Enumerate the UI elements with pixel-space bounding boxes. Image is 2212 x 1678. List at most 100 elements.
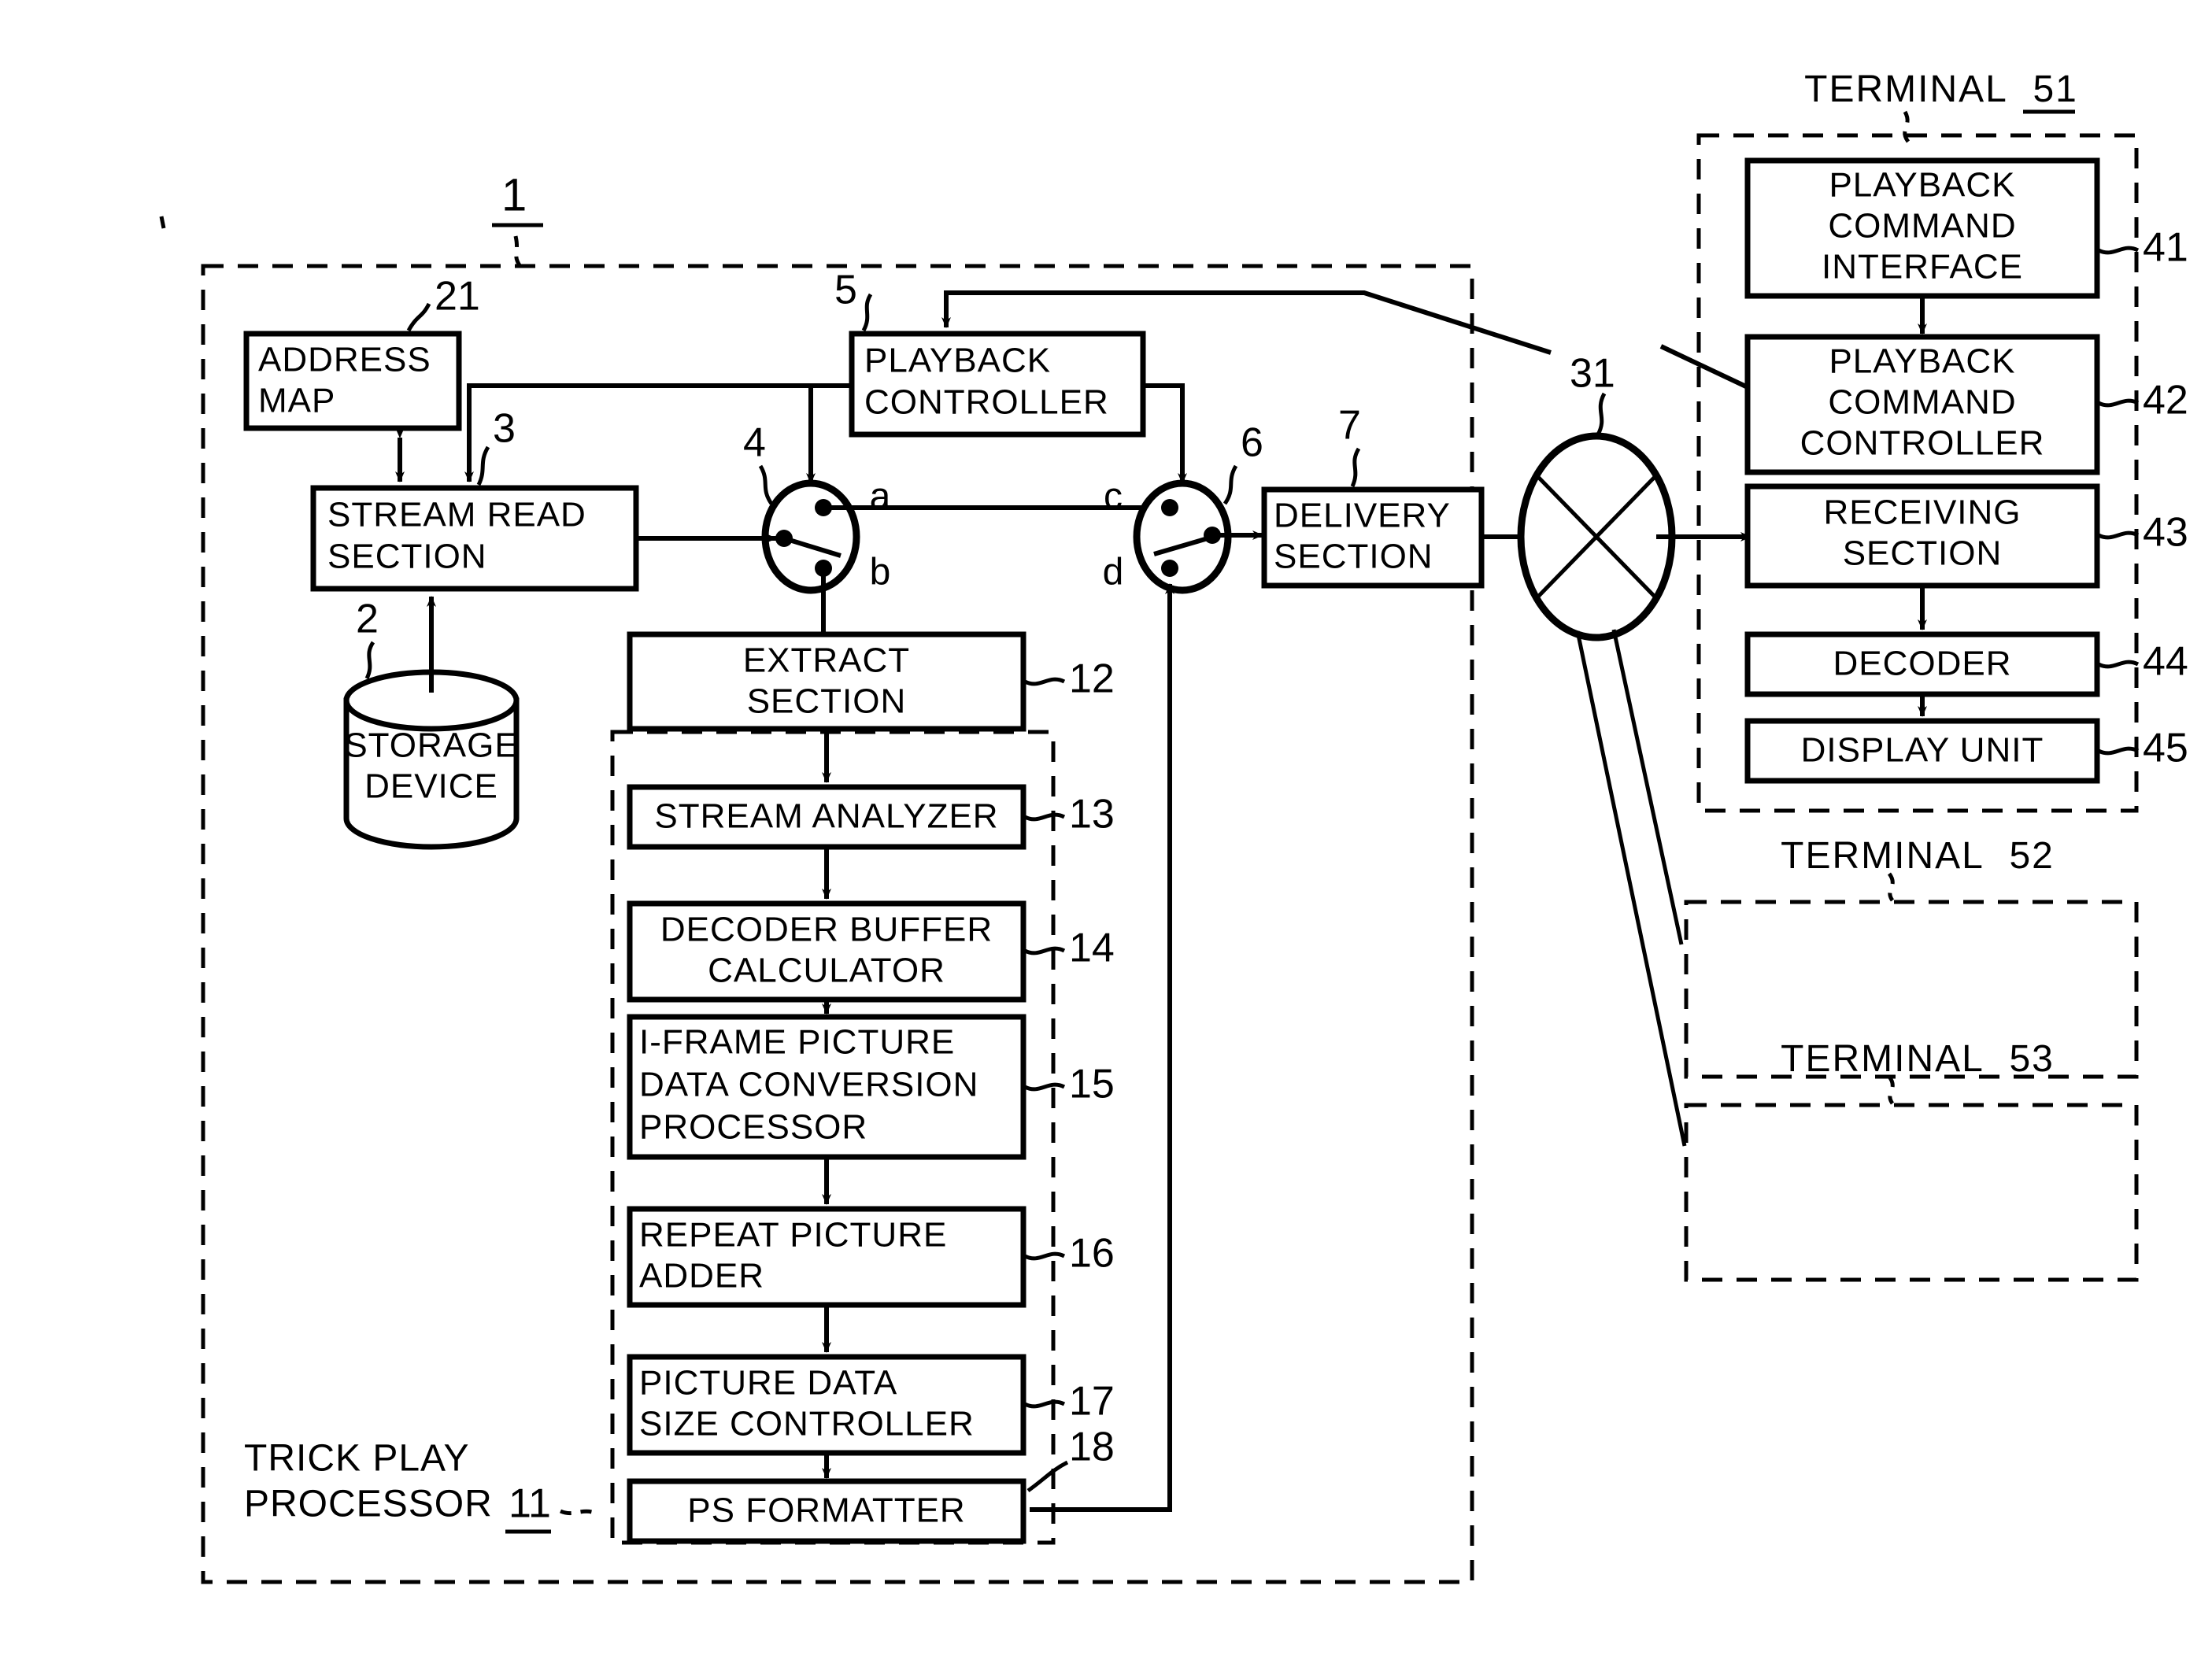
wire-psformatter-to-switch6d: [1030, 583, 1174, 1512]
ref-number-15: 15: [1069, 1062, 1115, 1107]
ref-6-leader: [1223, 464, 1238, 505]
terminal-51-title-text: TERMINAL: [1804, 68, 2007, 110]
switch-4-port-b-label: b: [870, 552, 891, 593]
repeat-picture-adder-label-2: ADDER: [639, 1257, 764, 1295]
switch-6-port-d-node: [1161, 560, 1178, 577]
ref-number-18: 18: [1069, 1425, 1115, 1470]
terminal-53-leader: [1887, 1075, 1895, 1105]
terminal-51-number: 51: [2033, 68, 2077, 110]
terminal-51-title: TERMINAL 51: [1804, 68, 2078, 110]
ref-number-41: 41: [2143, 225, 2188, 271]
ref-44-leader: [2097, 660, 2140, 669]
switch-6-port-c-label: c: [1104, 476, 1123, 518]
ref-number-44: 44: [2143, 639, 2188, 685]
address-map-label-1: ADDRESS: [258, 341, 431, 379]
playback-command-controller-label-3: CONTROLLER: [1800, 424, 2045, 463]
ref-number-45: 45: [2143, 726, 2188, 771]
stream-read-section-label-1: STREAM READ: [327, 496, 586, 534]
ref-number-2: 2: [356, 597, 379, 642]
ref-5-leader: [861, 293, 873, 332]
stream-read-section-label-2: SECTION: [327, 538, 487, 576]
decoder-label: DECODER: [1833, 645, 2011, 683]
ref-number-13: 13: [1069, 792, 1115, 837]
display-unit-label: DISPLAY UNIT: [1801, 731, 2044, 770]
extract-section-label-2: SECTION: [747, 682, 907, 721]
playback-command-interface-label-1: PLAYBACK: [1829, 166, 2015, 205]
ref-12-leader: [1023, 677, 1066, 686]
terminal-53-title: TERMINAL 53: [1781, 1038, 2055, 1080]
switch-4-port-a-label: a: [870, 476, 891, 518]
playback-controller-label-2: CONTROLLER: [864, 383, 1109, 422]
playback-command-interface-label-2: COMMAND: [1828, 207, 2016, 246]
ref-number-17: 17: [1069, 1379, 1115, 1425]
switch-4-group[interactable]: [761, 479, 860, 594]
terminal-52-title-text: TERMINAL: [1781, 835, 1983, 877]
ref-number-12: 12: [1069, 656, 1115, 702]
i-frame-conversion-processor-label-3: PROCESSOR: [639, 1108, 867, 1147]
terminal-53-boundary: [1684, 1103, 2139, 1282]
ref-2-leader: [364, 641, 375, 680]
figure-canvas: 1 ADDRESS MAP 21 STREAM READ SECTION 3 S…: [0, 0, 2212, 1678]
receiving-section-label-2: SECTION: [1843, 534, 2003, 573]
playback-command-interface-label-3: INTERFACE: [1822, 248, 2023, 286]
ref-45-leader: [2097, 746, 2140, 756]
ref-number-1: 1: [501, 169, 527, 220]
address-map-label-2: MAP: [258, 382, 335, 420]
ref-14-leader: [1023, 946, 1066, 955]
ref-number-43: 43: [2143, 510, 2188, 556]
playback-command-controller-label-2: COMMAND: [1828, 383, 2016, 422]
ref-15-leader: [1023, 1082, 1066, 1092]
ref-41-leader: [2097, 246, 2140, 255]
playback-controller-label-1: PLAYBACK: [864, 342, 1051, 380]
ps-formatter-label: PS FORMATTER: [687, 1491, 965, 1530]
ref-1-leader: [513, 235, 523, 269]
i-frame-conversion-processor-label-1: I-FRAME PICTURE: [639, 1023, 955, 1062]
block-diagram-svg: 1 ADDRESS MAP 21 STREAM READ SECTION 3 S…: [159, 68, 2188, 1584]
ref-31-leader: [1596, 392, 1607, 436]
i-frame-conversion-processor-label-2: DATA CONVERSION: [639, 1066, 978, 1104]
terminal-52-leader: [1887, 872, 1895, 902]
repeat-picture-adder-label-1: REPEAT PICTURE: [639, 1216, 947, 1255]
terminal-52-number: 52: [2009, 835, 2054, 877]
wire-pcc-to-network: [1659, 344, 1749, 390]
ref-number-5: 5: [834, 268, 857, 313]
ref-18-leader: [1026, 1460, 1069, 1493]
decoder-buffer-calculator-label-1: DECODER BUFFER: [660, 911, 993, 949]
storage-device-label-2: DEVICE: [364, 767, 498, 806]
ref-number-4: 4: [743, 420, 766, 466]
switch-6-port-c-node: [1161, 499, 1178, 516]
playback-command-controller-label-1: PLAYBACK: [1829, 342, 2015, 381]
terminal-53-title-text: TERMINAL: [1781, 1038, 1983, 1080]
delivery-section-label-1: DELIVERY: [1274, 497, 1451, 535]
stray-tick-mark: [159, 216, 166, 229]
ref-number-16: 16: [1069, 1231, 1115, 1277]
ref-number-7: 7: [1338, 403, 1361, 449]
wire-pbc-to-streamread: [464, 383, 852, 482]
network-cloud-group: [1517, 432, 1676, 641]
decoder-buffer-calculator-label-2: CALCULATOR: [708, 952, 945, 990]
ref-16-leader: [1023, 1251, 1066, 1261]
terminal-52-title: TERMINAL 52: [1781, 835, 2055, 877]
storage-device-label-1: STORAGE: [344, 726, 518, 765]
picture-data-size-controller-label-2: SIZE CONTROLLER: [639, 1405, 975, 1443]
ref-7-leader: [1350, 447, 1361, 488]
wire-network-to-terminal52: [1611, 629, 1684, 945]
stream-analyzer-label: STREAM ANALYZER: [654, 797, 998, 836]
ref-13-leader: [1023, 812, 1066, 822]
wire-pbc-to-switch6: [1143, 383, 1187, 484]
ref-number-11: 11: [509, 1481, 551, 1527]
ref-number-6: 6: [1241, 420, 1263, 466]
ref-11-leader: [559, 1509, 600, 1517]
ref-3-leader: [476, 445, 490, 486]
terminal-53-number: 53: [2009, 1038, 2054, 1080]
ref-17-leader: [1023, 1399, 1066, 1409]
picture-data-size-controller-label-1: PICTURE DATA: [639, 1364, 897, 1403]
ref-number-14: 14: [1069, 926, 1115, 971]
ref-43-leader: [2097, 530, 2140, 540]
ref-21-leader: [406, 302, 431, 332]
extract-section-label-1: EXTRACT: [743, 641, 910, 680]
delivery-section-label-2: SECTION: [1274, 538, 1433, 576]
switch-6-port-d-label: d: [1103, 552, 1124, 593]
trick-play-processor-label-2: PROCESSOR: [244, 1484, 493, 1525]
ref-number-42: 42: [2143, 378, 2188, 423]
